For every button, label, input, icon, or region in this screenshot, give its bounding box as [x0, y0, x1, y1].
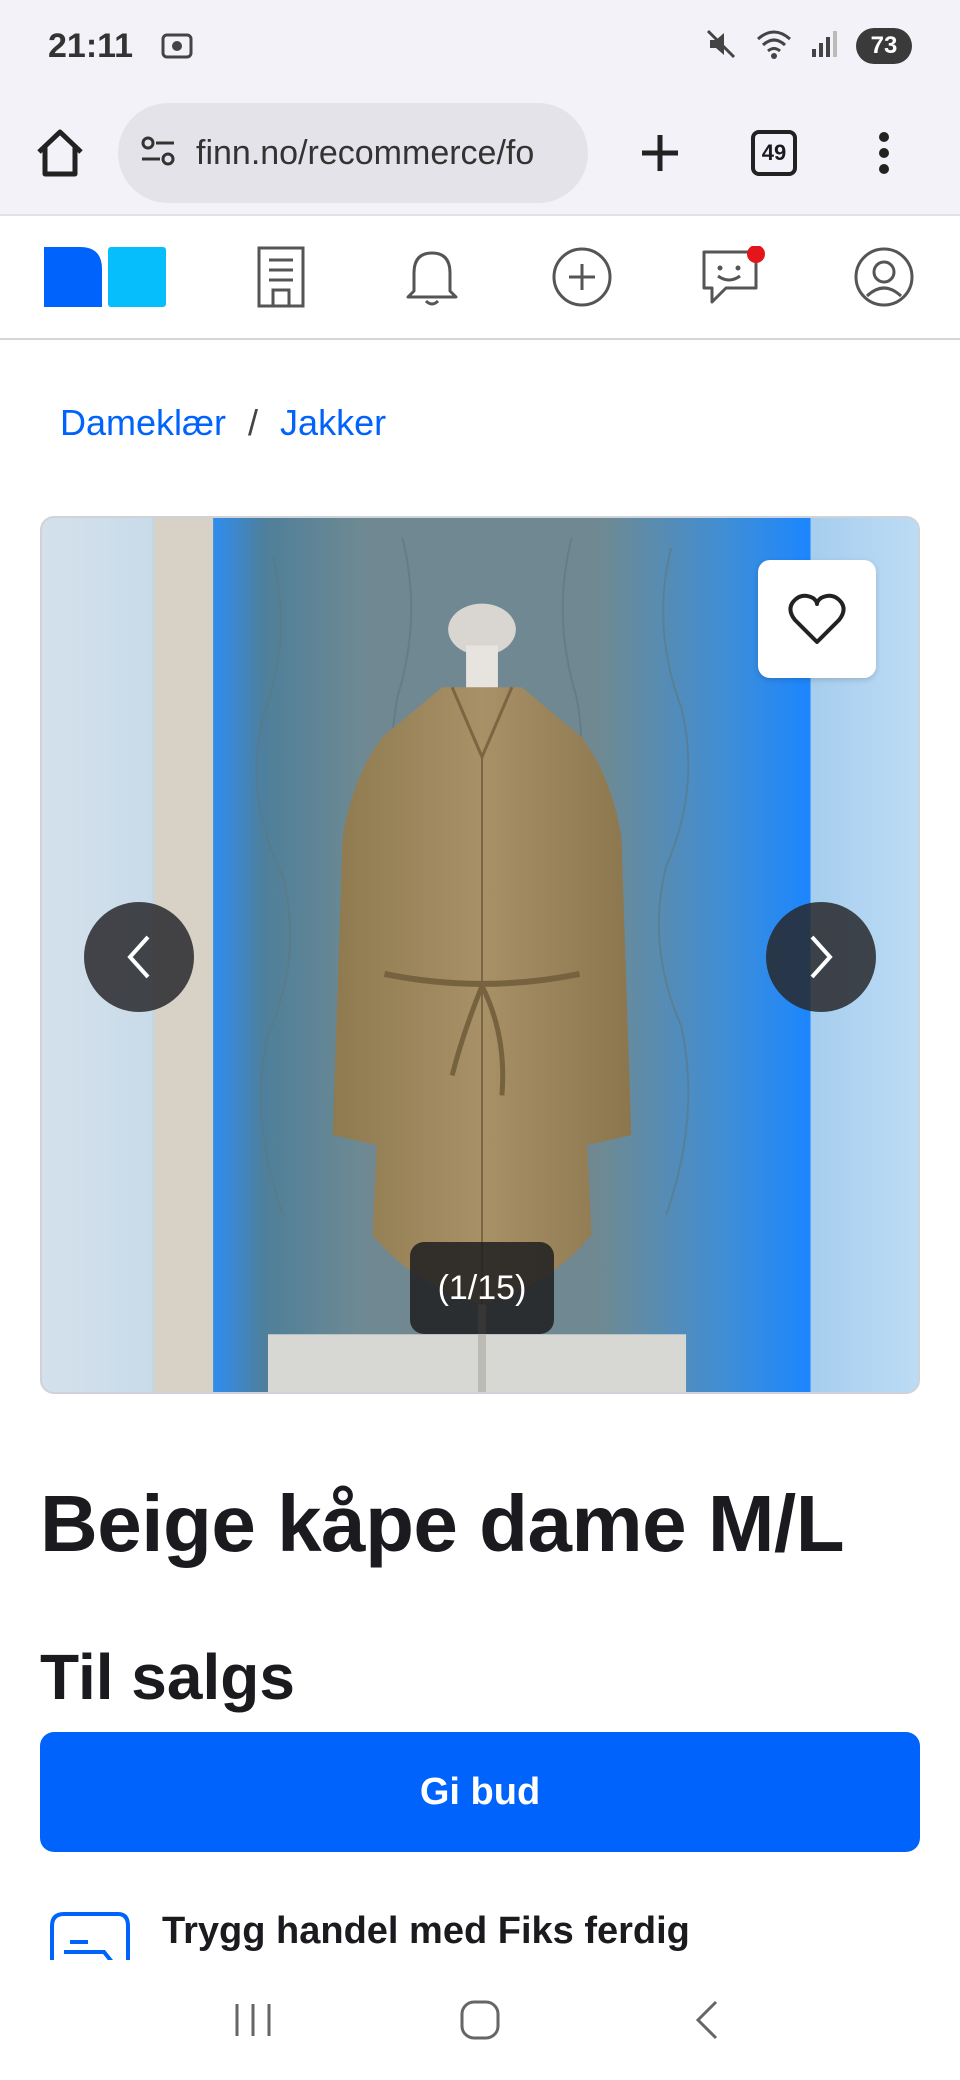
image-counter: (1/15) [410, 1242, 554, 1334]
business-icon[interactable] [245, 241, 317, 313]
status-bar: 21:11 73 [0, 0, 960, 92]
home-nav-button[interactable] [440, 1980, 520, 2060]
messages-icon[interactable] [697, 241, 769, 313]
tab-count: 49 [751, 130, 797, 176]
home-button[interactable] [24, 117, 96, 189]
url-text: finn.no/recommerce/fo [196, 133, 535, 172]
home-square-icon [460, 2000, 500, 2040]
status-time: 21:11 [48, 26, 134, 65]
more-vert-icon [879, 132, 889, 174]
breadcrumb-link-dameklaer[interactable]: Dameklær [60, 402, 226, 444]
address-bar[interactable]: finn.no/recommerce/fo [118, 103, 588, 203]
plus-icon [642, 135, 678, 171]
notifications-bell-icon[interactable] [396, 241, 468, 313]
mute-icon [704, 27, 738, 66]
finn-logo[interactable] [44, 247, 166, 307]
site-header [0, 216, 960, 340]
chevron-left-icon [127, 935, 150, 979]
back-nav-button[interactable] [667, 1980, 747, 2060]
back-chevron-icon [695, 2000, 717, 2040]
browser-menu-button[interactable] [848, 117, 920, 189]
screenshot-icon [159, 28, 195, 64]
delivery-truck-icon [50, 1912, 130, 1960]
wifi-icon [754, 27, 794, 66]
fiks-ferdig-text: Trygg handel med Fiks ferdig [162, 1910, 690, 1952]
gallery-prev-button[interactable] [84, 902, 194, 1012]
system-navigation-bar [0, 1960, 960, 2080]
tab-switcher-button[interactable]: 49 [738, 117, 810, 189]
breadcrumb-separator: / [248, 402, 259, 443]
home-icon [37, 129, 83, 177]
sale-type-heading: Til salgs [40, 1641, 295, 1713]
new-tab-button[interactable] [624, 117, 696, 189]
listing-title: Beige kåpe dame M/L [40, 1479, 845, 1568]
image-gallery[interactable]: (1/15) [40, 516, 920, 1394]
favorite-button[interactable] [758, 560, 876, 678]
fiks-ferdig-info: Trygg handel med Fiks ferdig [48, 1908, 928, 1960]
recent-apps-icon [235, 2004, 271, 2036]
new-ad-plus-icon[interactable] [546, 241, 618, 313]
battery-indicator: 73 [856, 28, 912, 64]
make-offer-button[interactable]: Gi bud [40, 1732, 920, 1852]
recent-apps-button[interactable] [213, 1980, 293, 2060]
site-settings-icon[interactable] [138, 131, 178, 176]
browser-toolbar: finn.no/recommerce/fo 49 [0, 92, 960, 216]
signal-icon [810, 29, 840, 64]
breadcrumb: Dameklær / Jakker [60, 402, 386, 444]
heart-icon [788, 593, 846, 644]
profile-avatar-icon[interactable] [848, 241, 920, 313]
chevron-right-icon [810, 935, 833, 979]
gallery-next-button[interactable] [766, 902, 876, 1012]
status-icons: 73 [704, 27, 912, 66]
breadcrumb-link-jakker[interactable]: Jakker [280, 402, 386, 444]
